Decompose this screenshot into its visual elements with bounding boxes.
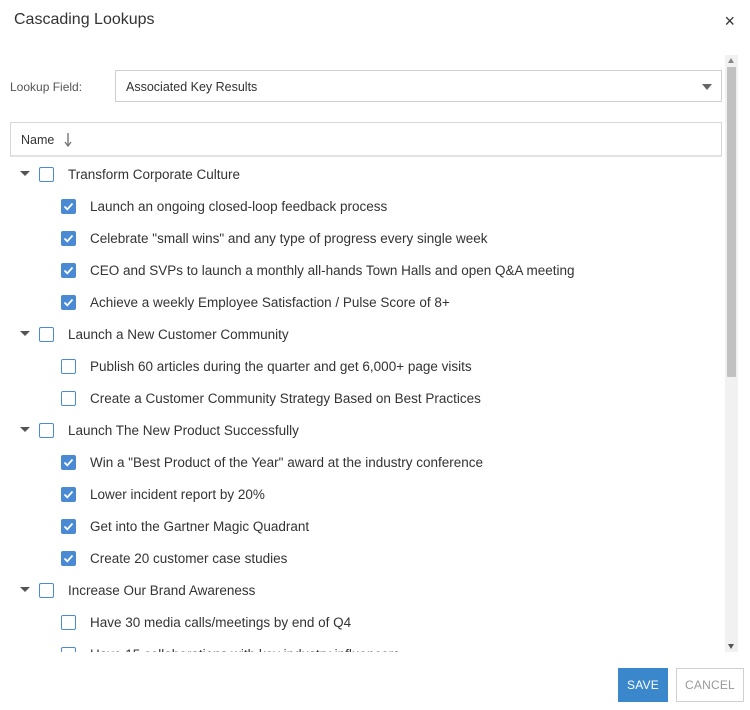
item-label: Win a "Best Product of the Year" award a… xyxy=(90,455,484,470)
caret-down-icon[interactable] xyxy=(20,587,30,592)
tree-item-row: Achieve a weekly Employee Satisfaction /… xyxy=(10,286,722,318)
item-label: Launch an ongoing closed-loop feedback p… xyxy=(90,199,388,214)
item-checkbox[interactable] xyxy=(61,519,76,534)
tree-group-row: Launch The New Product Successfully xyxy=(10,414,722,446)
tree-item-row: Get into the Gartner Magic Quadrant xyxy=(10,510,722,542)
chevron-down-icon xyxy=(702,84,712,90)
tree-item-row: Have 15 collaborations with key industry… xyxy=(10,638,722,652)
cancel-button[interactable]: CANCEL xyxy=(676,668,744,702)
group-checkbox[interactable] xyxy=(39,583,54,598)
vertical-scrollbar[interactable] xyxy=(725,55,738,652)
caret-down-icon[interactable] xyxy=(20,427,30,432)
item-checkbox[interactable] xyxy=(61,391,76,406)
tree-group-row: Launch a New Customer Community xyxy=(10,318,722,350)
group-label: Transform Corporate Culture xyxy=(68,167,241,182)
item-checkbox[interactable] xyxy=(61,647,76,652)
item-label: Create 20 customer case studies xyxy=(90,551,288,566)
grid-header: Name xyxy=(10,122,722,157)
lookup-field-label: Lookup Field: xyxy=(10,80,83,94)
caret-down-icon[interactable] xyxy=(20,331,30,336)
item-label: Get into the Gartner Magic Quadrant xyxy=(90,519,310,534)
group-checkbox[interactable] xyxy=(39,423,54,438)
group-label: Launch a New Customer Community xyxy=(68,327,289,342)
tree-group-row: Increase Our Brand Awareness xyxy=(10,574,722,606)
tree-item-row: Create 20 customer case studies xyxy=(10,542,722,574)
item-checkbox[interactable] xyxy=(61,263,76,278)
item-label: Achieve a weekly Employee Satisfaction /… xyxy=(90,295,450,310)
lookup-field-select[interactable]: Associated Key Results xyxy=(115,70,722,102)
group-label: Launch The New Product Successfully xyxy=(68,423,299,438)
item-checkbox[interactable] xyxy=(61,359,76,374)
item-checkbox[interactable] xyxy=(61,615,76,630)
tree-item-row: CEO and SVPs to launch a monthly all-han… xyxy=(10,254,722,286)
close-icon[interactable]: × xyxy=(724,12,735,30)
lookup-field-value: Associated Key Results xyxy=(126,80,258,94)
save-button[interactable]: SAVE xyxy=(618,668,668,702)
dialog-title: Cascading Lookups xyxy=(14,11,155,28)
lookup-field-row: Lookup Field: Associated Key Results xyxy=(10,70,722,102)
dialog-footer: SAVE CANCEL xyxy=(0,666,750,706)
item-label: Lower incident report by 20% xyxy=(90,487,265,502)
item-checkbox[interactable] xyxy=(61,455,76,470)
tree-item-row: Lower incident report by 20% xyxy=(10,478,722,510)
tree-group-row: Transform Corporate Culture xyxy=(10,158,722,190)
sort-down-arrow-icon[interactable] xyxy=(63,132,73,148)
item-label: Publish 60 articles during the quarter a… xyxy=(90,359,472,374)
item-label: CEO and SVPs to launch a monthly all-han… xyxy=(90,263,575,278)
scroll-down-icon[interactable] xyxy=(728,644,734,649)
scroll-up-icon[interactable] xyxy=(728,58,734,63)
caret-down-icon[interactable] xyxy=(20,171,30,176)
group-label: Increase Our Brand Awareness xyxy=(68,583,256,598)
item-label: Have 30 media calls/meetings by end of Q… xyxy=(90,615,352,630)
column-header-name[interactable]: Name xyxy=(21,133,54,147)
item-checkbox[interactable] xyxy=(61,295,76,310)
item-checkbox[interactable] xyxy=(61,487,76,502)
item-label: Have 15 collaborations with key industry… xyxy=(90,647,400,652)
tree-item-row: Publish 60 articles during the quarter a… xyxy=(10,350,722,382)
item-checkbox[interactable] xyxy=(61,551,76,566)
tree-item-row: Create a Customer Community Strategy Bas… xyxy=(10,382,722,414)
group-checkbox[interactable] xyxy=(39,167,54,182)
item-checkbox[interactable] xyxy=(61,199,76,214)
tree-item-row: Launch an ongoing closed-loop feedback p… xyxy=(10,190,722,222)
item-checkbox[interactable] xyxy=(61,231,76,246)
group-checkbox[interactable] xyxy=(39,327,54,342)
cascading-lookups-dialog: Cascading Lookups × Lookup Field: Associ… xyxy=(0,0,750,710)
tree-item-row: Celebrate "small wins" and any type of p… xyxy=(10,222,722,254)
tree-item-row: Have 30 media calls/meetings by end of Q… xyxy=(10,606,722,638)
scroll-thumb[interactable] xyxy=(727,67,736,377)
tree-item-row: Win a "Best Product of the Year" award a… xyxy=(10,446,722,478)
lookup-tree: Transform Corporate Culture Launch an ong… xyxy=(10,158,722,652)
item-label: Create a Customer Community Strategy Bas… xyxy=(90,391,481,406)
item-label: Celebrate "small wins" and any type of p… xyxy=(90,231,488,246)
